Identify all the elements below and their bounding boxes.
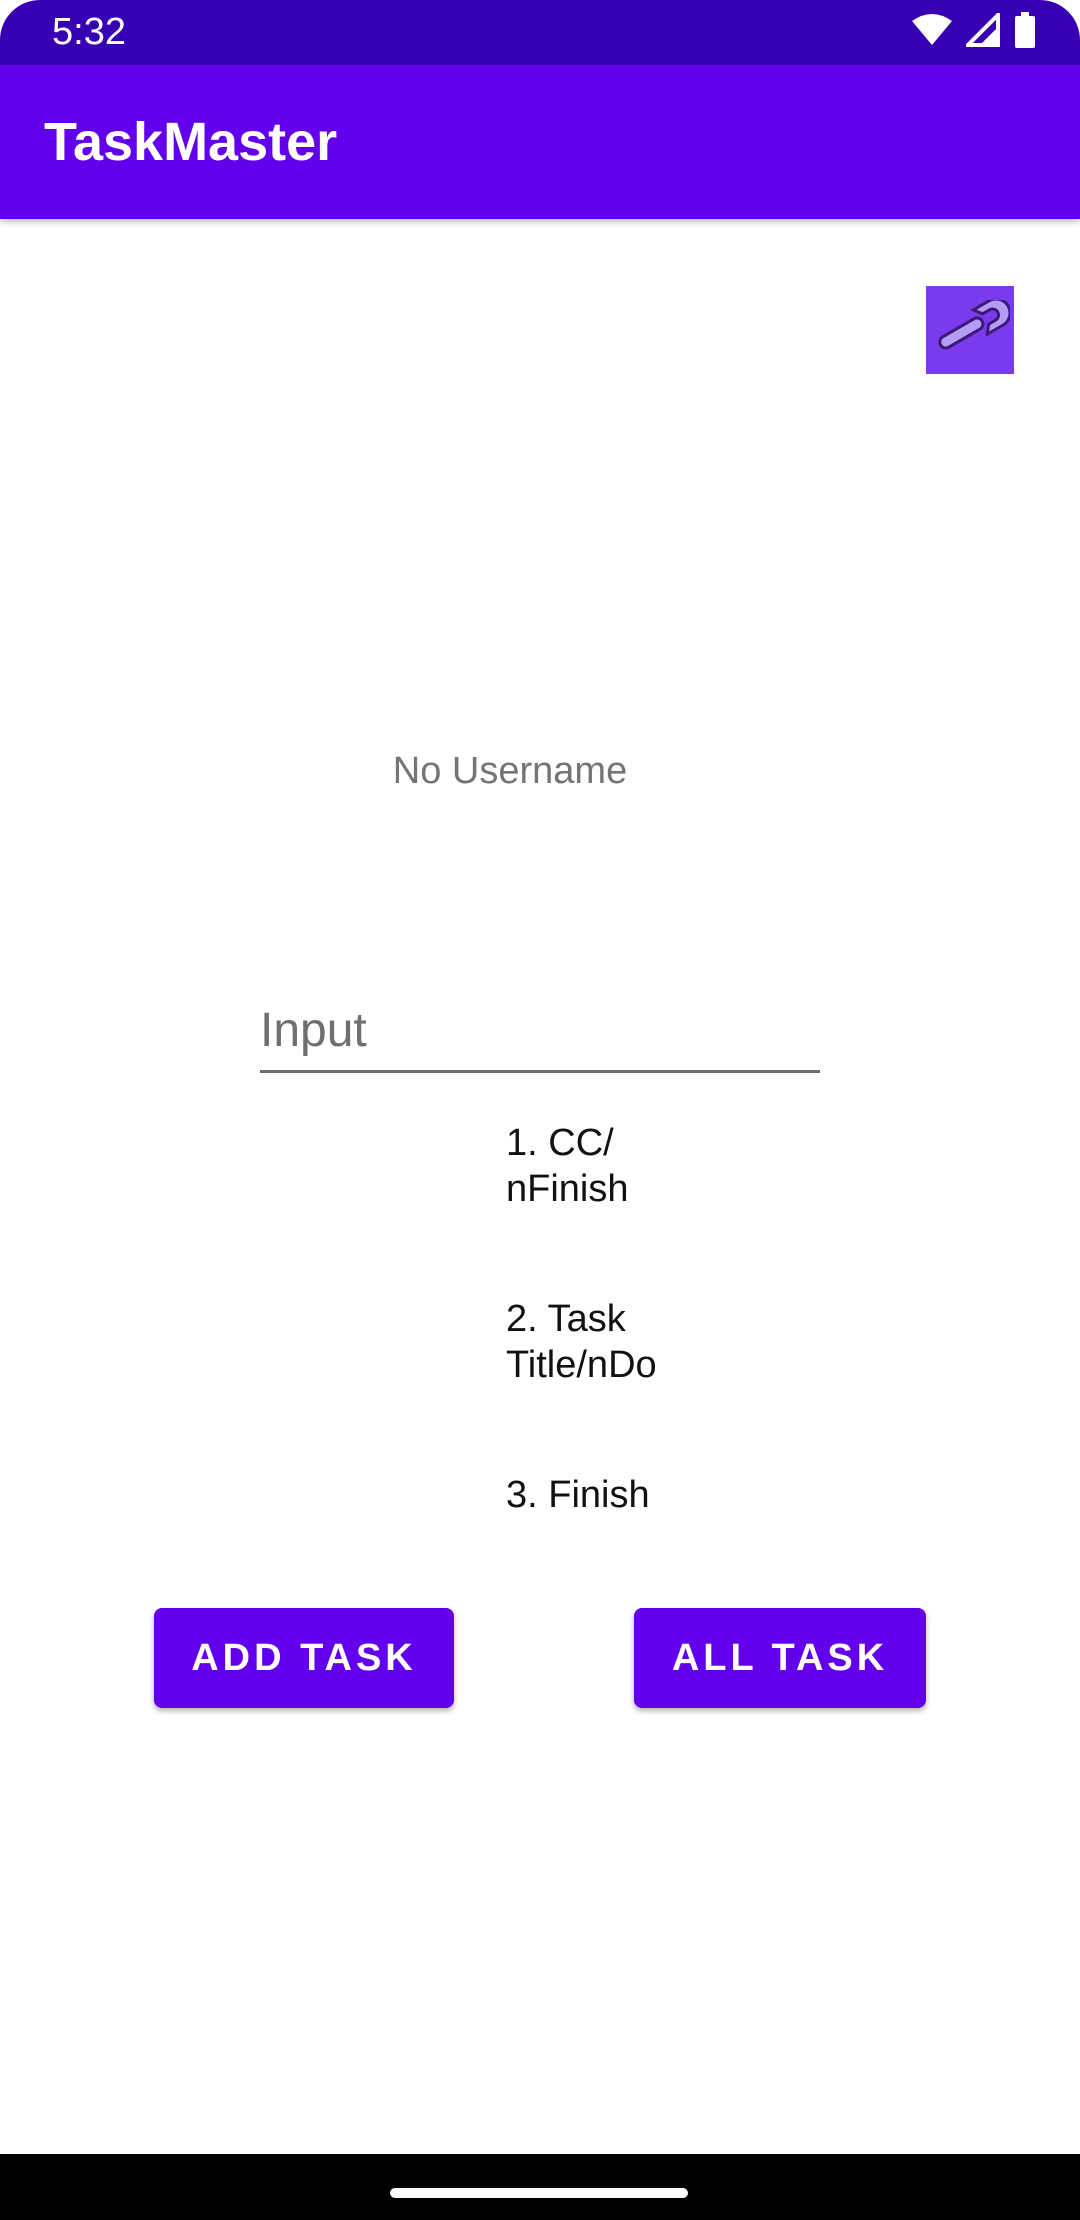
- task-input[interactable]: [260, 990, 820, 1073]
- home-handle[interactable]: [390, 2188, 688, 2198]
- signal-icon: [963, 9, 1000, 52]
- add-task-button[interactable]: ADD TASK: [154, 1608, 454, 1708]
- status-bar: 5:32: [0, 0, 1080, 65]
- task-item[interactable]: 1. CC/ nFinish: [506, 1120, 806, 1296]
- username-label: No Username: [392, 750, 628, 792]
- task-item[interactable]: 3. Finish: [506, 1472, 806, 1510]
- settings-button[interactable]: [926, 286, 1014, 374]
- app-bar: TaskMaster: [0, 65, 1080, 219]
- status-time: 5:32: [52, 11, 126, 53]
- task-item[interactable]: 2. Task Title/nDo: [506, 1296, 806, 1472]
- wrench-icon: [930, 297, 1012, 361]
- all-task-button[interactable]: ALL TASK: [634, 1608, 926, 1708]
- navigation-bar: [0, 2154, 1080, 2220]
- app-title: TaskMaster: [44, 112, 338, 172]
- battery-icon: [1014, 11, 1036, 53]
- screen: 5:32 TaskMaster No Username Input 1. CC/…: [0, 0, 1080, 2220]
- wifi-icon: [912, 13, 952, 52]
- status-icons: [912, 9, 1036, 53]
- task-list[interactable]: 1. CC/ nFinish 2. Task Title/nDo 3. Fini…: [506, 1120, 806, 1510]
